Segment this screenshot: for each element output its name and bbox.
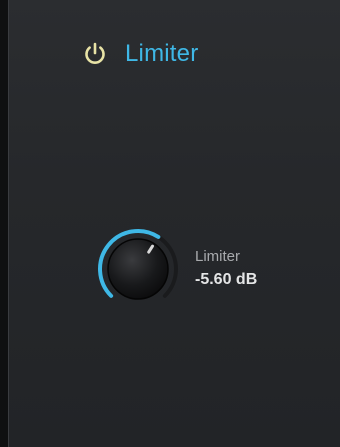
plugin-title: Limiter bbox=[125, 40, 199, 67]
limiter-knob[interactable] bbox=[95, 226, 181, 312]
knob-graphic bbox=[98, 229, 178, 300]
param-value: -5.60 dB bbox=[195, 271, 258, 288]
panel-header: Limiter bbox=[81, 36, 198, 72]
limiter-panel: Limiter Limiter -5.60 dB bbox=[8, 0, 340, 447]
param-label: Limiter bbox=[195, 248, 241, 265]
param-readout: Limiter -5.60 dB bbox=[195, 248, 257, 289]
knob-body bbox=[107, 238, 169, 300]
power-icon[interactable] bbox=[81, 40, 109, 68]
